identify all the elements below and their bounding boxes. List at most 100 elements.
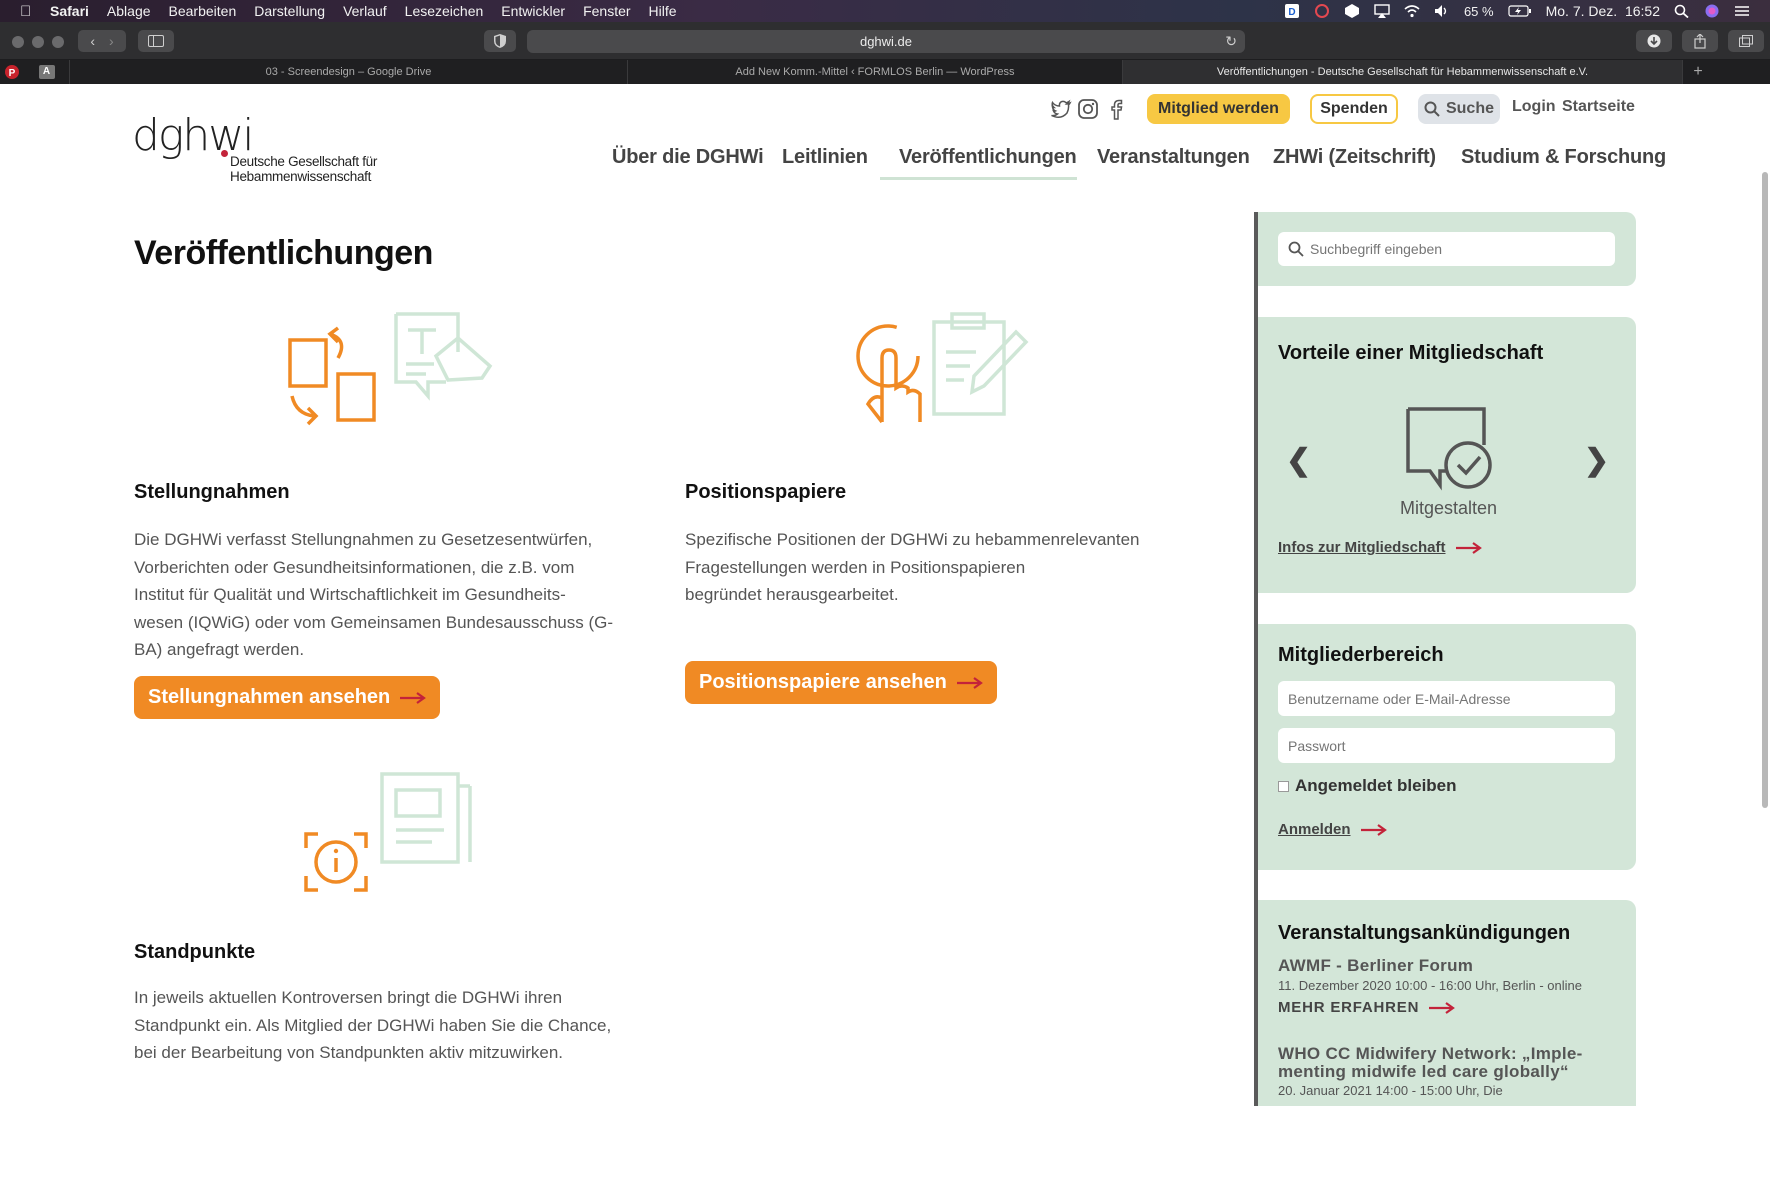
search-button[interactable]: Suche [1418, 94, 1500, 124]
page-scrollbar[interactable] [1762, 172, 1768, 808]
forward-icon[interactable]: › [109, 33, 114, 49]
positionspapiere-title: Positionspapiere [685, 481, 847, 503]
volume-icon[interactable] [1434, 4, 1450, 18]
menu-ablage[interactable]: Ablage [107, 3, 151, 19]
facebook-icon[interactable] [1105, 98, 1127, 120]
positionspapiere-button-label: Positionspapiere ansehen [699, 671, 947, 693]
back-forward-buttons[interactable]: ‹ › [78, 30, 126, 52]
standpunkte-text: In jeweils aktuellen Kontroversen bringt… [134, 984, 611, 1067]
svg-text:P: P [9, 68, 16, 79]
pinned-tab-a[interactable]: A [24, 60, 70, 84]
menu-fenster[interactable]: Fenster [583, 3, 630, 19]
home-link[interactable]: Startseite [1562, 98, 1635, 116]
sidebar-search-panel [1258, 212, 1636, 286]
siri-icon[interactable] [1704, 4, 1720, 18]
member-button[interactable]: Mitglied werden [1147, 94, 1290, 124]
share-button[interactable] [1682, 30, 1718, 52]
battery-percent: 65 % [1463, 3, 1494, 19]
nav-veranstaltungen[interactable]: Veranstaltungen [1097, 146, 1250, 169]
nav-ueber[interactable]: Über die DGHWi [612, 146, 764, 169]
nav-zhwi[interactable]: ZHWi (Zeitschrift) [1273, 146, 1436, 169]
pinned-tab-pinterest[interactable]: P [0, 60, 24, 84]
positionspapiere-illustration-icon [856, 312, 1029, 424]
new-tab-button[interactable]: + [1683, 60, 1713, 84]
carousel-prev-icon[interactable]: ❮ [1286, 443, 1311, 478]
menu-darstellung[interactable]: Darstellung [254, 3, 325, 19]
airplay-icon[interactable] [1374, 4, 1390, 18]
stellungnahmen-button-label: Stellungnahmen ansehen [148, 686, 391, 708]
event-title[interactable]: AWMF - Berliner Forum [1278, 957, 1623, 975]
back-icon[interactable]: ‹ [90, 33, 95, 49]
menu-hilfe[interactable]: Hilfe [649, 3, 677, 19]
battery-icon[interactable] [1507, 4, 1532, 18]
remember-me[interactable]: Angemeldet bleiben [1278, 776, 1457, 796]
url-text: dghwi.de [859, 34, 913, 49]
event-title[interactable]: WHO CC Midwifery Network: „Imple- mentin… [1278, 1045, 1623, 1081]
events-title: Veranstaltungsankündigungen [1278, 922, 1571, 944]
arrow-right-icon [1429, 1001, 1456, 1014]
donate-button[interactable]: Spenden [1310, 94, 1398, 124]
menu-lesezeichen[interactable]: Lesezeichen [405, 3, 484, 19]
macos-menubar:  Safari Ablage Bearbeiten Darstellung V… [0, 0, 1770, 22]
close-window-button[interactable] [12, 36, 24, 48]
address-bar[interactable]: dghwi.de ↻ [527, 30, 1245, 53]
instagram-icon[interactable] [1077, 98, 1099, 120]
minimize-window-button[interactable] [32, 36, 44, 48]
menubar-clock[interactable]: Mo. 7. Dez. 16:52 [1546, 3, 1660, 19]
username-field[interactable] [1278, 681, 1615, 716]
control-center-icon[interactable] [1734, 4, 1750, 18]
downloads-button[interactable] [1636, 30, 1672, 52]
apple-icon[interactable]:  [20, 3, 38, 20]
login-link[interactable]: Login [1512, 98, 1556, 116]
stellungnahmen-text: Die DGHWi verfasst Stellungnahmen zu Ges… [134, 526, 613, 664]
nav-leitlinien[interactable]: Leitlinien [782, 146, 868, 169]
benefits-title: Vorteile einer Mitgliedschaft [1278, 342, 1544, 364]
extension-icon[interactable] [1344, 4, 1360, 18]
positionspapiere-button[interactable]: Positionspapiere ansehen [685, 661, 997, 704]
wifi-icon[interactable] [1404, 4, 1420, 18]
download-icon [1647, 34, 1661, 48]
menu-bearbeiten[interactable]: Bearbeiten [169, 3, 237, 19]
zoom-window-button[interactable] [52, 36, 64, 48]
event-date: 11. Dezember 2020 10:00 - 16:00 Uhr, Ber… [1278, 978, 1582, 993]
text-line: Fragestellungen werden in Positionspapie… [685, 557, 1026, 577]
password-field[interactable] [1278, 728, 1615, 763]
login-submit-label: Anmelden [1278, 821, 1351, 838]
event-more-label: MEHR ERFAHREN [1278, 999, 1420, 1016]
login-submit-link[interactable]: Anmelden [1278, 821, 1387, 838]
membership-info-link[interactable]: Infos zur Mitgliedschaft [1278, 539, 1482, 556]
sidebar-toggle-button[interactable] [138, 30, 174, 52]
menu-verlauf[interactable]: Verlauf [343, 3, 387, 19]
creative-cloud-icon[interactable] [1314, 4, 1330, 18]
nav-veroeffentlichungen[interactable]: Veröffentlichungen [899, 146, 1077, 169]
twitter-icon[interactable] [1050, 98, 1072, 120]
site-logo[interactable]: dghwi Deutsche Gesellschaft für Hebammen… [132, 110, 392, 184]
nav-studium[interactable]: Studium & Forschung [1461, 146, 1666, 169]
carousel-next-icon[interactable]: ❯ [1584, 443, 1609, 478]
stellungnahmen-button[interactable]: Stellungnahmen ansehen [134, 676, 441, 719]
standpunkte-illustration-icon [304, 772, 472, 892]
tab-dghwi[interactable]: Veröffentlichungen - Deutsche Gesellscha… [1123, 60, 1683, 84]
reload-icon[interactable]: ↻ [1225, 33, 1237, 50]
text-line: wesen (IQWiG) oder vom Gemeinsamen Bunde… [134, 612, 614, 632]
sidebar-search-input[interactable] [1278, 232, 1615, 266]
search-icon [1288, 241, 1304, 257]
remember-checkbox[interactable] [1278, 780, 1289, 792]
dashlane-icon[interactable]: D [1284, 4, 1300, 18]
search-button-label: Suche [1445, 100, 1494, 117]
privacy-report-button[interactable] [484, 30, 516, 52]
membership-info-link-label: Infos zur Mitgliedschaft [1278, 539, 1446, 556]
tabs-overview-button[interactable] [1728, 30, 1764, 52]
members-area-title: Mitgliederbereich [1278, 644, 1444, 666]
spotlight-icon[interactable] [1674, 4, 1690, 18]
standpunkte-title: Standpunkte [134, 941, 256, 963]
tab-google-drive[interactable]: 03 - Screendesign – Google Drive [70, 60, 628, 84]
menu-app[interactable]: Safari [50, 3, 89, 19]
tab-wordpress[interactable]: Add New Komm.-Mittel ‹ FORMLOS Berlin — … [628, 60, 1123, 84]
tab-bar: P A 03 - Screendesign – Google Drive Add… [0, 60, 1770, 84]
text-line: Spezifische Positionen der DGHWi zu heba… [685, 530, 1140, 549]
event-more-link[interactable]: MEHR ERFAHREN [1278, 999, 1456, 1016]
text-line: bei der Bearbeitung von Standpunkten akt… [134, 1043, 564, 1062]
safari-toolbar: ‹ › dghwi.de ↻ [0, 22, 1770, 60]
menu-entwickler[interactable]: Entwickler [501, 3, 565, 19]
